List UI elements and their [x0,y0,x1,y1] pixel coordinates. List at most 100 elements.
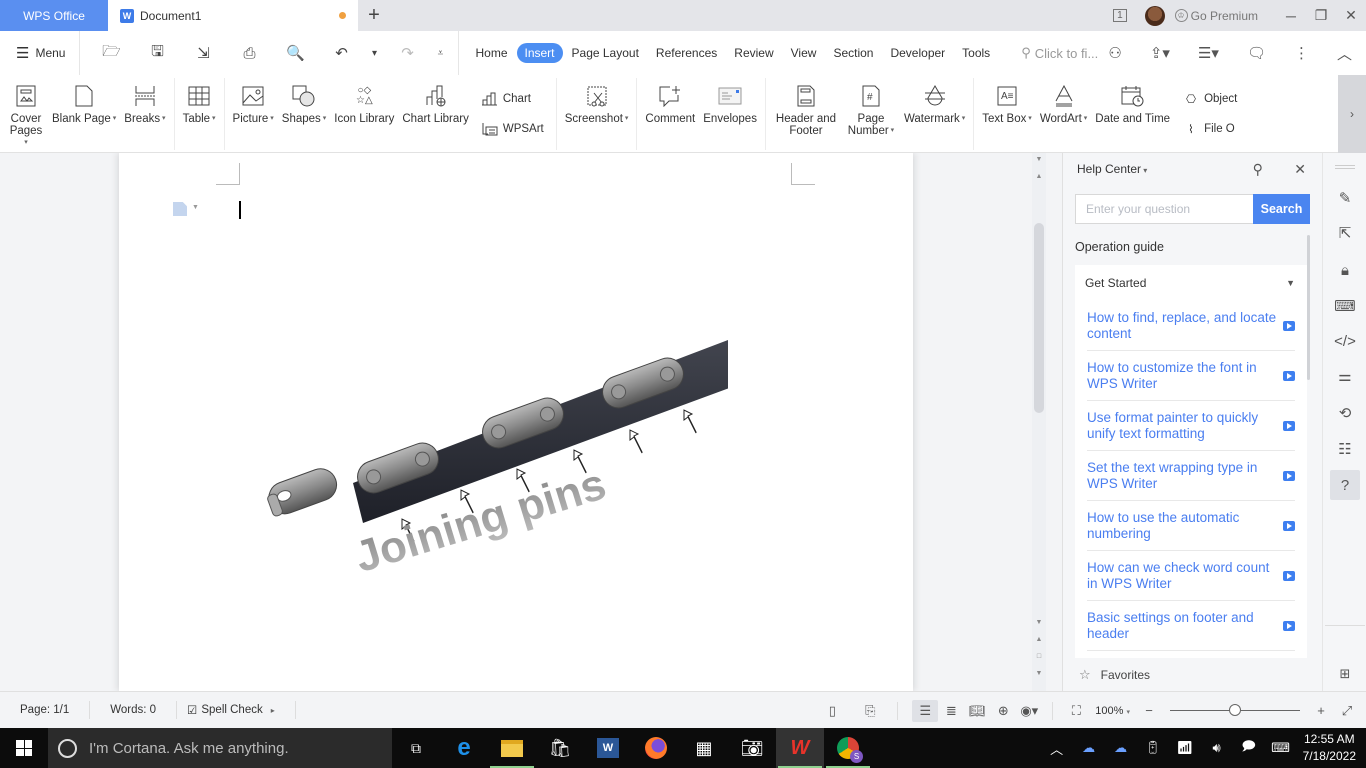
breaks-button[interactable]: Breaks [120,78,169,150]
read-view-icon[interactable]: 📖︎ [964,700,990,722]
help-search-input[interactable] [1075,194,1253,224]
redo-icon[interactable]: ↷ [384,44,430,62]
notifications-icon[interactable]: 🗩 [1233,737,1265,759]
code-edit-icon[interactable]: ⌨ [1330,291,1360,321]
document-tab[interactable]: W Document1 [108,0,358,31]
cloud-sync-icon[interactable]: ☁ [1073,740,1105,756]
spell-check-button[interactable]: ☑ Spell Check ▸ [177,701,296,719]
task-view-icon[interactable]: ⧉ [392,728,440,768]
store-icon[interactable]: 🛍︎ [536,728,584,768]
blank-page-button[interactable]: Blank Page [48,78,120,150]
paragraph-layout-dropdown-icon[interactable]: ▼ [192,204,199,211]
get-started-category[interactable]: Get Started ▼ [1075,265,1307,301]
restore-button[interactable]: ❐ [1306,7,1336,24]
scroll-up-arrow-icon[interactable]: ▲ [1032,173,1046,180]
guide-item[interactable]: How to find, replace, and locate content [1087,301,1295,351]
avatar[interactable] [1144,5,1165,26]
document-vertical-scrollbar[interactable]: ▼ ▲ ▼ ▲ □ ▼ [1032,153,1046,691]
document-scroll-thumb[interactable] [1034,223,1044,413]
date-time-button[interactable]: Date and Time [1091,78,1174,150]
page-view-icon[interactable]: ☰ [912,699,939,722]
apps-grid-icon[interactable]: ⊞ [1330,659,1360,689]
wordart-button[interactable]: WordArt [1036,78,1091,150]
comment-panel-icon[interactable]: 🗨 [1247,44,1266,62]
previous-page-icon[interactable]: ▲ [1032,636,1046,643]
page-indicator[interactable]: Page: 1/1 [0,701,91,719]
go-premium-button[interactable]: ♔ Go Premium [1174,9,1258,23]
watermark-button[interactable]: Watermark [900,78,969,150]
tab-references[interactable]: References [648,43,725,63]
scroll-down-arrow-icon[interactable]: ▼ [1032,619,1046,626]
pin-icon[interactable]: ⚲ [1253,161,1263,177]
envelopes-button[interactable]: Envelopes [699,78,761,150]
tab-tools[interactable]: Tools [954,43,998,63]
network-icon[interactable]: 📶︎ [1169,740,1201,756]
main-menu-button[interactable]: ☰ Menu [0,31,81,75]
close-help-icon[interactable]: ✕ [1294,161,1306,177]
help-scrollbar-thumb[interactable] [1307,235,1310,380]
tab-view[interactable]: View [783,43,825,63]
outline-icon[interactable]: ☷ [1330,434,1360,464]
reading-mode-icon[interactable]: ▯ [819,700,845,722]
object-button[interactable]: ⎔ Object [1182,87,1237,111]
select-browse-object-icon[interactable]: □ [1032,653,1046,660]
share-export-icon[interactable]: ⇪▾ [1150,44,1170,62]
page-number-button[interactable]: # Page Number [842,78,900,150]
zoom-out-icon[interactable]: − [1136,700,1162,722]
table-button[interactable]: Table [179,78,220,150]
help-center-title-dropdown[interactable]: Help Center [1077,162,1147,176]
minimize-button[interactable]: ─ [1276,8,1306,24]
more-options-icon[interactable]: ⋮ [1294,44,1309,62]
tab-insert[interactable]: Insert [516,43,563,63]
fit-page-icon[interactable]: ⛶ [1063,700,1089,722]
share-collaborate-icon[interactable]: ⚇ [1108,44,1121,62]
code-icon[interactable]: </> [1330,326,1360,356]
tab-section[interactable]: Section [825,43,881,63]
wpsart-button[interactable]: WPSArt [481,117,544,141]
system-clock[interactable]: 12:55 AM 7/18/2022 [1297,731,1366,765]
web-view-icon[interactable]: ⊕ [990,700,1016,722]
ribbon-scroll-right-button[interactable]: › [1338,75,1366,153]
outline-view-icon[interactable]: ≣ [938,700,964,722]
wps-office-tab[interactable]: WPS Office [0,0,108,31]
shapes-button[interactable]: Shapes [278,78,330,150]
cortana-search-box[interactable]: I'm Cortana. Ask me anything. [48,728,392,768]
guide-item[interactable]: How to use the automatic numbering [1087,501,1295,551]
print-preview-icon[interactable]: 🔍 [272,44,318,62]
header-footer-button[interactable]: Header and Footer [770,78,842,150]
icon-library-button[interactable]: ○◇ ☆△ Icon Library [330,78,398,150]
guide-item[interactable]: How can we check word count in WPS Write… [1087,551,1295,601]
chrome-icon[interactable]: S [824,728,872,768]
save-icon[interactable]: 🖫 [134,41,180,66]
fullscreen-icon[interactable]: ⤢ [1334,700,1360,722]
print-icon[interactable]: ⎙ [226,45,272,62]
help-search-button[interactable]: Search [1253,194,1310,224]
scroll-top-icon[interactable]: ▼ [1032,156,1046,163]
word-icon[interactable]: W [584,728,632,768]
battery-icon[interactable]: 🔋︎ [1137,740,1169,756]
chart-button[interactable]: Chart [481,87,544,111]
cover-pages-button[interactable]: Cover Pages [4,78,48,150]
close-window-button[interactable]: ✕ [1336,7,1366,24]
document-page[interactable]: ▼ Joining pins [119,153,913,691]
rail-grip-icon[interactable] [1335,165,1355,169]
open-folder-icon[interactable]: 🗁 [88,41,134,66]
mobile-view-icon[interactable]: ⎘ [857,700,883,722]
zoom-level-dropdown[interactable]: 100% ▾ [1095,705,1130,717]
wps-office-icon[interactable]: W [776,728,824,768]
undo-dropdown-icon[interactable]: ▾ [364,48,384,59]
start-button[interactable] [0,728,48,768]
eye-protection-icon[interactable]: ◉▾ [1016,700,1042,722]
file-explorer-icon[interactable] [488,728,536,768]
help-icon[interactable]: ? [1330,470,1360,500]
picture-button[interactable]: Picture [229,78,278,150]
tab-developer[interactable]: Developer [882,43,953,63]
chart-library-button[interactable]: Chart Library [398,78,472,150]
guide-item[interactable]: Basic settings on footer and header [1087,601,1295,651]
camera-icon[interactable]: 📷︎ [728,728,776,768]
comment-button[interactable]: Comment [641,78,699,150]
show-hidden-icons[interactable]: ︿ [1041,739,1073,758]
paragraph-layout-icon[interactable] [173,202,187,216]
calculator-icon[interactable]: ▦ [680,728,728,768]
file-object-button[interactable]: ⌇ File O [1182,117,1237,141]
